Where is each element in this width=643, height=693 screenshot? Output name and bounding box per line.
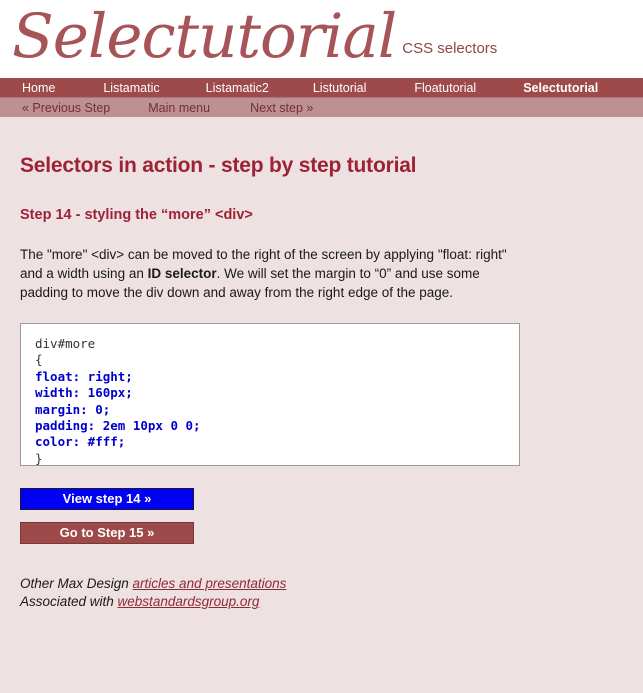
subnav-previous-step[interactable]: « Previous Step [22, 101, 110, 115]
nav-item-listamatic2[interactable]: Listamatic2 [206, 81, 269, 95]
subnav-main-menu[interactable]: Main menu [148, 101, 210, 115]
code-close-brace: } [35, 450, 43, 466]
go-to-next-step-button[interactable]: Go to Step 15 » [20, 522, 194, 544]
code-declaration-float: float: right; [35, 368, 133, 384]
intro-text-bold: ID selector [147, 266, 217, 281]
footer-link-wsg[interactable]: webstandardsgroup.org [118, 594, 260, 609]
intro-paragraph: The "more" <div> can be moved to the rig… [20, 245, 525, 302]
code-example-box: div#more { float: right; width: 160px; m… [20, 323, 520, 466]
logo-tagline: CSS selectors [402, 40, 498, 57]
view-step-button[interactable]: View step 14 » [20, 488, 194, 510]
nav-item-listutorial[interactable]: Listutorial [313, 81, 367, 95]
footer-link-articles[interactable]: articles and presentations [133, 576, 287, 591]
subnav-next-step[interactable]: Next step » [250, 101, 313, 115]
footer-line-1: Other Max Design articles and presentati… [20, 575, 623, 593]
site-logo: Selectutorial CSS selectors [12, 0, 497, 74]
site-header: Selectutorial CSS selectors [0, 0, 643, 78]
page-title: Selectors in action - step by step tutor… [20, 154, 417, 177]
main-navigation: Home Listamatic Listamatic2 Listutorial … [0, 78, 643, 97]
code-declaration-padding: padding: 2em 10px 0 0; [35, 418, 201, 434]
step-title: Step 14 - styling the “more” <div> [20, 207, 253, 223]
nav-item-selectutorial[interactable]: Selectutorial [523, 81, 598, 95]
nav-item-listamatic[interactable]: Listamatic [103, 81, 159, 95]
footer-line1-prefix: Other Max Design [20, 576, 133, 591]
code-declaration-width: width: 160px; [35, 385, 133, 401]
code-block: div#more { float: right; width: 160px; m… [35, 336, 505, 466]
code-declaration-margin: margin: 0; [35, 401, 111, 417]
code-selector: div#more [35, 336, 96, 351]
step-navigation: « Previous Step Main menu Next step » [0, 97, 643, 117]
logo-wordmark: Selectutorial [12, 1, 397, 72]
footer-line-2: Associated with webstandardsgroup.org [20, 593, 623, 611]
nav-item-floatutorial[interactable]: Floatutorial [414, 81, 476, 95]
main-content: Selectors in action - step by step tutor… [0, 154, 643, 611]
footer-line2-prefix: Associated with [20, 594, 118, 609]
nav-item-home[interactable]: Home [22, 81, 55, 95]
page-footer: Other Max Design articles and presentati… [20, 575, 623, 611]
code-declaration-color: color: #fff; [35, 434, 126, 450]
code-open-brace: { [35, 352, 43, 368]
